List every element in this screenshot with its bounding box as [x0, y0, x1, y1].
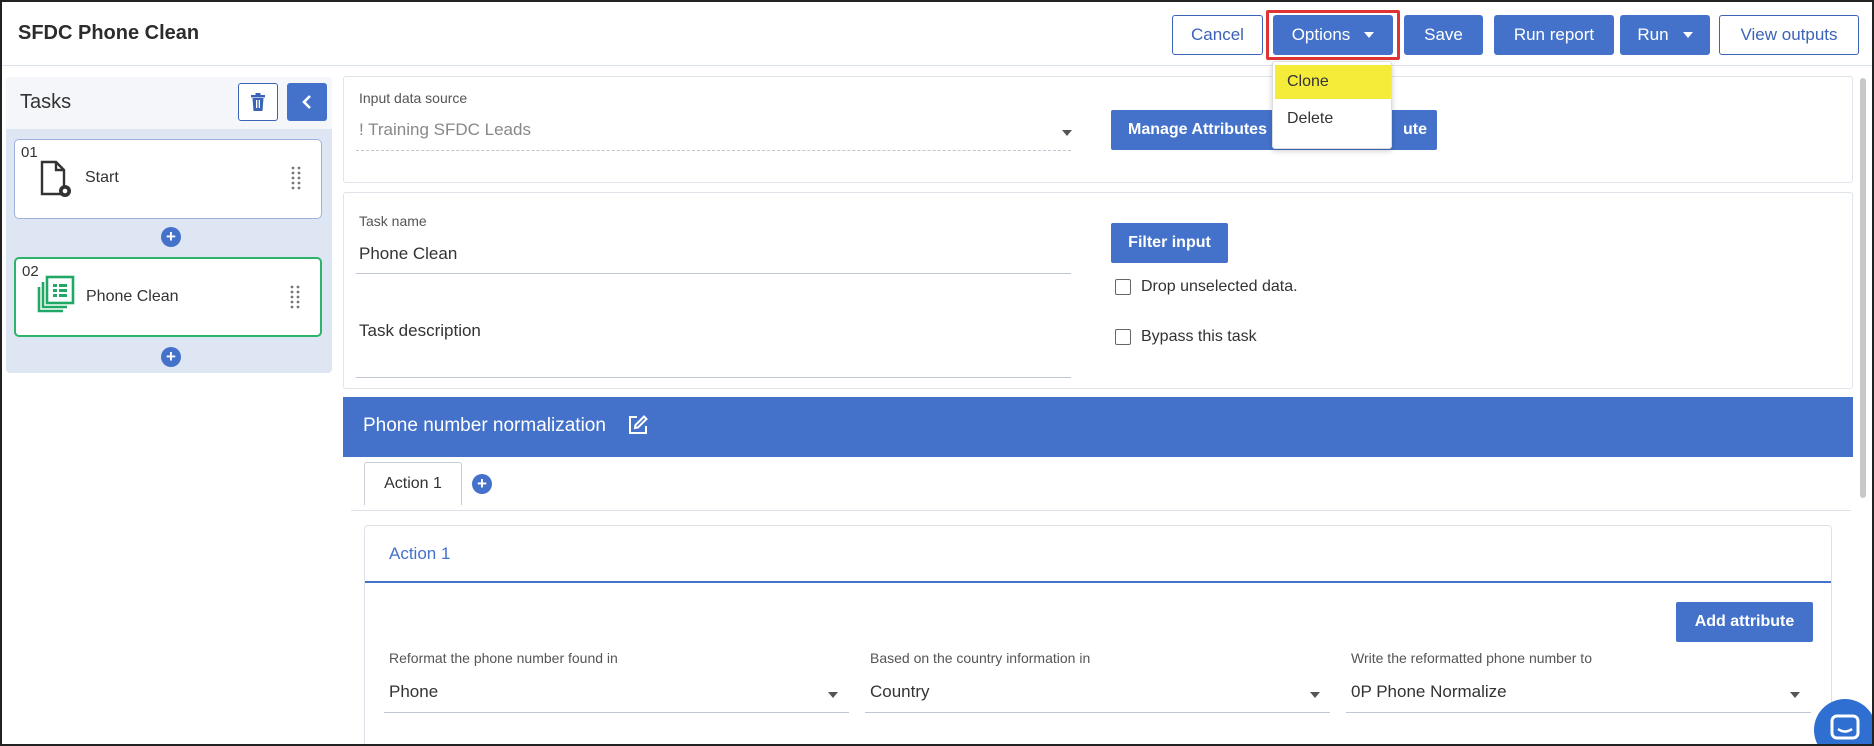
add-action-button[interactable]: +	[472, 474, 492, 494]
table-stack-icon	[36, 275, 76, 318]
field-label: Reformat the phone number found in	[389, 650, 618, 666]
action-title: Action 1	[389, 544, 451, 563]
task-label: Phone Clean	[86, 288, 179, 305]
bypass-task-label: Bypass this task	[1141, 328, 1257, 345]
page-title: SFDC Phone Clean	[18, 22, 200, 44]
caret-down-icon	[1310, 692, 1320, 698]
select-underline	[356, 150, 1071, 151]
top-bar: SFDC Phone Clean Cancel Options Save Run…	[2, 2, 1872, 66]
app-window: SFDC Phone Clean Cancel Options Save Run…	[0, 0, 1874, 746]
select-underline	[865, 712, 1330, 713]
manage-attributes-label: Manage Attributes	[1128, 121, 1267, 138]
task-name-input[interactable]: Phone Clean	[359, 244, 457, 264]
caret-down-icon	[828, 692, 838, 698]
collapse-panel-button[interactable]	[287, 83, 327, 121]
tasks-panel: Tasks 01 Start + 02 Phone Clean +	[6, 77, 332, 373]
tab-divider	[351, 510, 1851, 511]
input-underline	[356, 377, 1071, 378]
annotation-highlight	[1266, 10, 1400, 60]
add-task-button[interactable]: +	[161, 347, 181, 367]
caret-down-icon	[1062, 130, 1072, 136]
drop-unselected-label: Drop unselected data.	[1141, 278, 1298, 295]
phone-source-select[interactable]: Phone	[389, 682, 438, 702]
options-dropdown-menu: Clone Delete	[1272, 61, 1392, 149]
action-card: Action 1 Add attribute Reformat the phon…	[364, 525, 1832, 744]
drop-unselected-checkbox[interactable]	[1115, 279, 1131, 295]
field-label: Based on the country information in	[870, 650, 1091, 666]
task-description-input[interactable]: Task description	[359, 321, 481, 341]
task-name-label: Task name	[359, 213, 427, 229]
select-underline	[1346, 712, 1811, 713]
normalization-header: Phone number normalization	[343, 397, 1853, 457]
save-button[interactable]: Save	[1404, 15, 1483, 55]
run-button[interactable]: Run	[1620, 15, 1710, 55]
task-number: 01	[21, 144, 38, 161]
edit-icon[interactable]	[628, 415, 648, 440]
add-attribute-button[interactable]: Add attribute	[1676, 602, 1813, 642]
output-target-select[interactable]: 0P Phone Normalize	[1351, 682, 1507, 702]
tasks-header: Tasks	[6, 77, 332, 129]
second-button-label: ute	[1403, 121, 1427, 138]
tasks-title: Tasks	[20, 91, 72, 113]
select-underline	[384, 712, 849, 713]
input-source-card: Input data source ! Training SFDC Leads …	[343, 76, 1853, 183]
vertical-scrollbar[interactable]	[1860, 78, 1866, 498]
action-underline	[365, 581, 1831, 583]
field-label: Write the reformatted phone number to	[1351, 650, 1592, 666]
task-config-card: Task name Phone Clean Task description F…	[343, 192, 1853, 389]
trash-icon	[251, 93, 265, 111]
chevron-left-icon	[302, 95, 311, 109]
filter-input-button[interactable]: Filter input	[1111, 223, 1228, 263]
chat-widget-icon[interactable]	[1814, 699, 1872, 744]
bypass-task-checkbox[interactable]	[1115, 329, 1131, 345]
run-report-button[interactable]: Run report	[1494, 15, 1614, 55]
task-card-start[interactable]: 01 Start	[14, 139, 322, 219]
add-task-button[interactable]: +	[161, 227, 181, 247]
view-outputs-button[interactable]: View outputs	[1719, 15, 1859, 55]
menu-item-delete[interactable]: Delete	[1275, 102, 1391, 136]
menu-item-clone[interactable]: Clone	[1275, 65, 1391, 99]
normalization-title: Phone number normalization	[363, 415, 606, 436]
input-source-label: Input data source	[359, 90, 468, 106]
input-underline	[356, 273, 1071, 274]
task-card-phone-clean[interactable]: 02 Phone Clean	[14, 257, 322, 337]
country-source-select[interactable]: Country	[870, 682, 930, 702]
tab-action-1[interactable]: Action 1	[364, 462, 462, 505]
delete-task-button[interactable]	[238, 83, 278, 121]
input-source-select[interactable]: ! Training SFDC Leads	[359, 120, 531, 140]
drag-handle-icon[interactable]	[290, 285, 300, 314]
document-gear-icon	[39, 160, 75, 205]
drag-handle-icon[interactable]	[291, 166, 301, 195]
task-label: Start	[85, 169, 119, 186]
cancel-button[interactable]: Cancel	[1172, 15, 1263, 55]
caret-down-icon	[1790, 692, 1800, 698]
caret-down-icon	[1682, 32, 1693, 38]
run-label: Run	[1637, 25, 1669, 44]
